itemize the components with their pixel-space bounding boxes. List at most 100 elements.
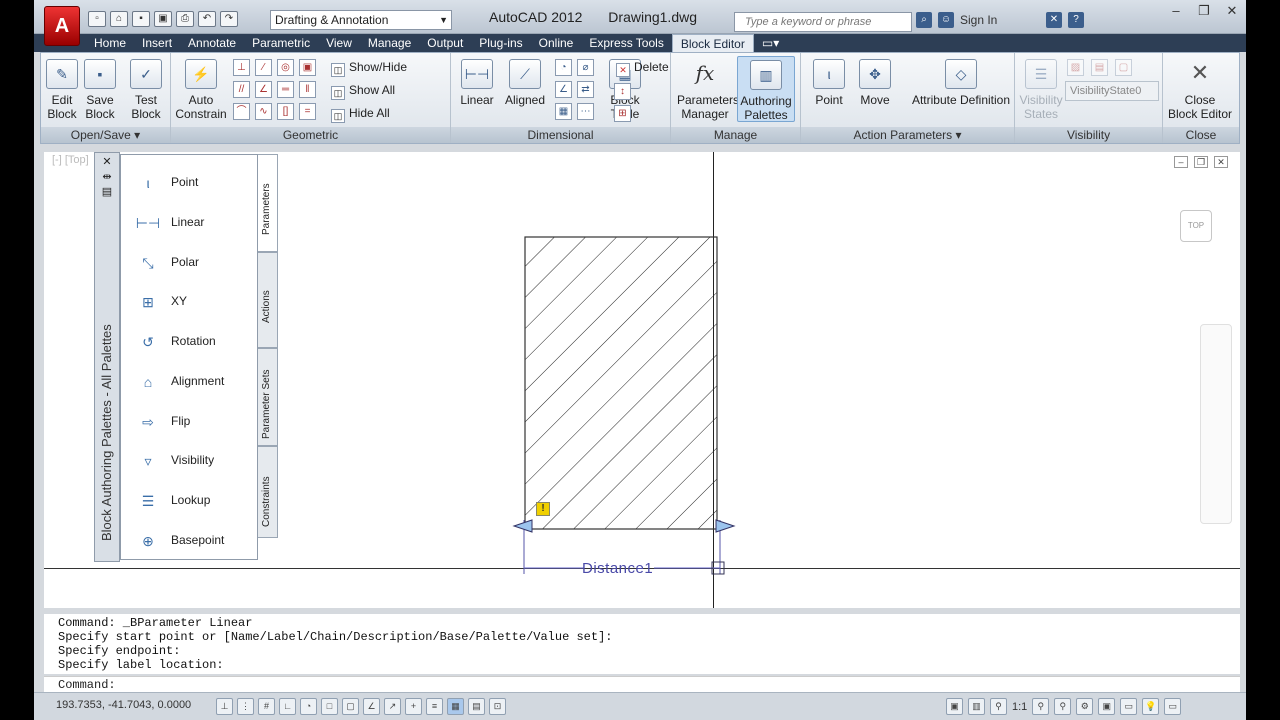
palette-item-basepoint[interactable]: ⊕ Basepoint (135, 525, 224, 555)
vertical-icon[interactable]: ‖ (299, 81, 316, 98)
tab-express-tools[interactable]: Express Tools (581, 34, 671, 52)
show-all-button[interactable]: ◫ Show All (331, 82, 395, 100)
palette-tab-parameters[interactable]: Parameters (258, 154, 278, 252)
smooth-icon[interactable]: ∿ (255, 103, 272, 120)
otrack-icon[interactable]: ∠ (363, 698, 380, 715)
visibility-states-button[interactable]: ☰ Visibility States (1019, 59, 1063, 121)
workspace-switching-icon[interactable]: ⚙ (1076, 698, 1094, 715)
plot-icon[interactable]: ⎙ (176, 11, 194, 27)
help-icon[interactable]: ? (1068, 12, 1084, 28)
binoculars-icon[interactable]: ⌕ (916, 12, 932, 28)
radius-icon[interactable]: ◔ (555, 59, 572, 76)
palette-tab-constraints[interactable]: Constraints (258, 446, 278, 538)
tab-parametric[interactable]: Parametric (244, 34, 318, 52)
make-invisible-icon[interactable]: ▢ (1115, 59, 1132, 76)
redo-icon[interactable]: ↷ (220, 11, 238, 27)
search-input[interactable]: Type a keyword or phrase (734, 12, 912, 32)
restore-icon[interactable]: ❐ (1190, 0, 1218, 22)
palette-item-visibility[interactable]: ▿ Visibility (135, 445, 214, 475)
osnap-icon[interactable]: □ (321, 698, 338, 715)
attribute-definition-button[interactable]: ◇ Attribute Definition (911, 59, 1011, 107)
exchange-icon[interactable]: ✕ (1046, 12, 1062, 28)
attribute-order-icon[interactable]: ↕ (614, 83, 631, 100)
ortho-icon[interactable]: ∟ (279, 698, 296, 715)
palette-item-xy[interactable]: ⊞ XY (135, 286, 187, 316)
isolate-objects-icon[interactable]: 💡 (1142, 698, 1160, 715)
linear-button[interactable]: ⊢⊣ Linear (455, 59, 499, 107)
coordinates-readout[interactable]: 193.7353, -41.7043, 0.0000 (56, 699, 191, 711)
annotation-scale-value[interactable]: 1:1 (1012, 701, 1027, 713)
workspace-dropdown[interactable]: Drafting & Annotation ▼ (270, 10, 452, 30)
define-attribute-icon[interactable]: ⊞ (614, 105, 631, 122)
coincident-icon[interactable]: ⊥ (233, 59, 250, 76)
palette-item-polar[interactable]: ⤡ Polar (135, 247, 199, 277)
visibility-state-dropdown[interactable]: VisibilityState0 (1065, 81, 1159, 101)
collinear-icon[interactable]: ⁄ (255, 59, 272, 76)
edit-block-button[interactable]: ✎ Edit Block (45, 59, 79, 121)
panel-title[interactable]: Geometric (171, 127, 450, 143)
viewport-close-icon[interactable]: ✕ (1214, 156, 1228, 168)
tab-annotate[interactable]: Annotate (180, 34, 244, 52)
lineweight-icon[interactable]: ≡ (426, 698, 443, 715)
new-icon[interactable]: ▫ (88, 11, 106, 27)
tab-online[interactable]: Online (531, 34, 582, 52)
clean-screen-icon[interactable]: ▭ (1164, 698, 1182, 715)
delete-button[interactable]: ✕ Delete (616, 59, 669, 77)
dyn-icon[interactable]: + (405, 698, 422, 715)
model-icon[interactable]: ▣ (946, 698, 963, 715)
panel-title[interactable]: Close (1163, 127, 1239, 143)
viewport-restore-icon[interactable]: ❐ (1194, 156, 1208, 168)
open-icon[interactable]: ⌂ (110, 11, 128, 27)
close-icon[interactable]: ✕ (1218, 0, 1246, 22)
move-action-button[interactable]: ✥ Move (857, 59, 893, 107)
concentric-icon[interactable]: ◎ (277, 59, 294, 76)
palette-item-lookup[interactable]: ☰ Lookup (135, 485, 211, 515)
panel-title[interactable]: Action Parameters ▾ (801, 127, 1014, 143)
sign-in-link[interactable]: Sign In (960, 13, 1040, 27)
palette-item-point[interactable]: ι Point (135, 167, 198, 197)
palette-item-flip[interactable]: ⇨ Flip (135, 406, 190, 436)
equal-icon[interactable]: = (299, 103, 316, 120)
navigation-bar[interactable] (1200, 324, 1232, 524)
transparency-icon[interactable]: ▦ (447, 698, 464, 715)
tab-output[interactable]: Output (419, 34, 471, 52)
hardware-acceleration-icon[interactable]: ▭ (1120, 698, 1138, 715)
perpendicular-icon[interactable]: ∠ (255, 81, 272, 98)
block-table-icon-small[interactable]: ▦ (555, 103, 572, 120)
dimension-label[interactable]: Distance1 (582, 560, 653, 577)
infer-constraints-icon[interactable]: ⊥ (216, 698, 233, 715)
palette-item-alignment[interactable]: ⌂ Alignment (135, 366, 225, 396)
undo-icon[interactable]: ↶ (198, 11, 216, 27)
tab-home[interactable]: Home (86, 34, 134, 52)
parallel-icon[interactable]: // (233, 81, 250, 98)
diameter-icon[interactable]: ⌀ (577, 59, 594, 76)
user-icon[interactable]: ☺ (938, 12, 954, 28)
horizontal-icon[interactable]: ═ (277, 81, 294, 98)
lock-icon[interactable]: ▣ (299, 59, 316, 76)
angular-icon[interactable]: ∠ (555, 81, 572, 98)
panel-title[interactable]: Visibility (1015, 127, 1162, 143)
hatched-rectangle[interactable] (524, 236, 720, 532)
application-menu-button[interactable]: A (44, 6, 80, 46)
annotation-scale-icon[interactable]: ⚲ (990, 698, 1007, 715)
autoscale-icon[interactable]: ⚲ (1054, 698, 1072, 715)
test-block-button[interactable]: ✓ Test Block (129, 59, 163, 121)
save-block-button[interactable]: ▪ Save Block (83, 59, 117, 121)
polar-tracking-icon[interactable]: ◔ (300, 698, 317, 715)
viewport-minimize-icon[interactable]: – (1174, 156, 1188, 168)
panel-title[interactable]: Open/Save ▾ (41, 127, 170, 143)
tab-plugins[interactable]: Plug-ins (471, 34, 530, 52)
construction-icon[interactable]: ⋯ (577, 103, 594, 120)
panel-title[interactable]: Manage (671, 127, 800, 143)
warning-icon[interactable]: ! (536, 502, 550, 516)
aligned-button[interactable]: ⟋ Aligned (503, 59, 547, 107)
3d-osnap-icon[interactable]: ▢ (342, 698, 359, 715)
palette-close-icon[interactable]: ✕ (95, 155, 119, 168)
hide-all-button[interactable]: ◫ Hide All (331, 105, 390, 123)
quick-properties-icon[interactable]: ▤ (468, 698, 485, 715)
layout-icon[interactable]: ▥ (968, 698, 985, 715)
authoring-palettes-button[interactable]: ▥ Authoring Palettes (737, 56, 795, 122)
tab-view[interactable]: View (318, 34, 360, 52)
make-visible-icon[interactable]: ▤ (1091, 59, 1108, 76)
snap-icon[interactable]: ⋮ (237, 698, 254, 715)
